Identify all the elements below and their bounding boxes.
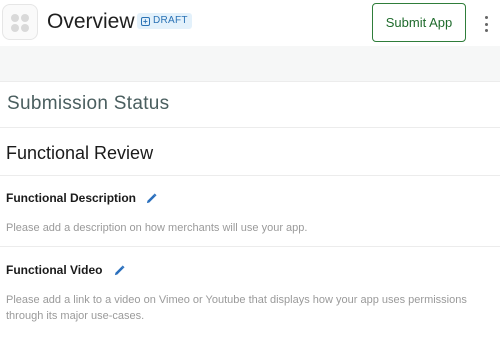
divider: [0, 81, 500, 82]
plus-square-icon: +: [141, 16, 150, 26]
submission-status-heading: Submission Status: [7, 93, 170, 114]
pencil-icon[interactable]: [146, 193, 157, 204]
functional-description-hint: Please add a description on how merchant…: [6, 222, 308, 234]
kebab-menu-icon[interactable]: [480, 12, 492, 36]
page-title: Overview: [47, 10, 135, 33]
draft-badge: + DRAFT: [137, 13, 192, 29]
divider: [0, 127, 500, 128]
divider: [0, 175, 500, 176]
functional-review-heading: Functional Review: [6, 143, 154, 163]
pencil-icon[interactable]: [114, 265, 125, 276]
top-header: Overview + DRAFT Submit App: [0, 0, 500, 46]
functional-description-label: Functional Description: [6, 191, 137, 205]
functional-video-hint: Please add a link to a video on Vimeo or…: [6, 294, 467, 322]
functional-video-label: Functional Video: [6, 263, 103, 277]
divider: [0, 246, 500, 247]
app-placeholder-icon: [2, 4, 38, 40]
submit-app-button[interactable]: Submit App: [372, 3, 466, 42]
header-band: [0, 46, 500, 81]
draft-badge-label: DRAFT: [153, 15, 188, 26]
